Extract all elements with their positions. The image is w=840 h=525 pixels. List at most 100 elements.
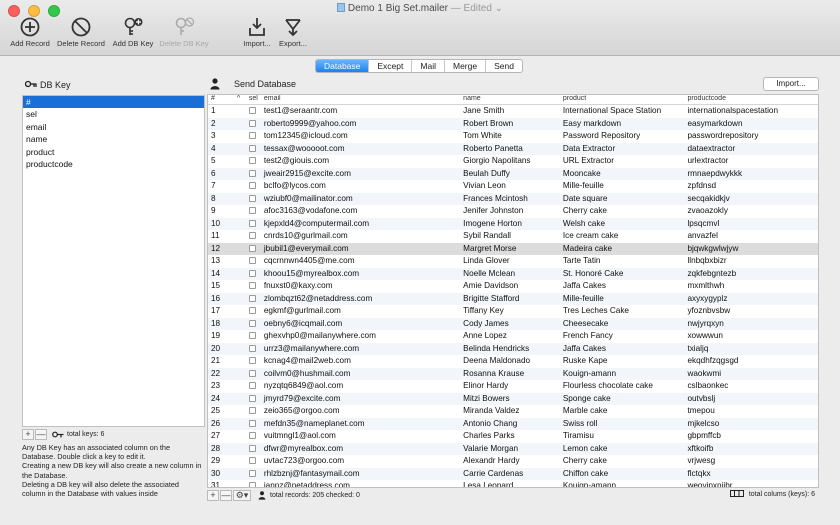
column-header-productcode[interactable]: productcode [684, 95, 818, 104]
add-record-button[interactable]: Add Record [9, 17, 51, 48]
table-row[interactable]: 19 ghexvhp0@mailanywhere.com Anne Lopez Fre… [208, 330, 818, 343]
table-row[interactable]: 13 cqcrnnwn4405@me.com Linda Glover Tarte T… [208, 255, 818, 268]
row-checkbox[interactable] [248, 119, 256, 127]
row-checkbox[interactable] [248, 157, 256, 164]
tab-database[interactable]: Database [316, 60, 370, 72]
row-checkbox[interactable] [248, 232, 256, 239]
table-row[interactable]: 30 rhlzbznj@fantasymail.com Carrie Cardena… [208, 467, 818, 480]
table-row[interactable]: 29 uvtac723@orgoo.com Alexandr Hardy Cherry… [208, 455, 818, 468]
records-table[interactable]: # ^ sel email name product productcode 1… [207, 94, 819, 488]
gear-menu-button[interactable]: ⚙▾ [233, 489, 251, 501]
table-row[interactable]: 21 kcnag4@mail2web.com Deena Maldonado Rusk… [208, 355, 818, 368]
table-row[interactable]: 15 fnuxst0@kaxy.com Amie Davidson Jaffa Cak… [208, 280, 818, 293]
db-key-item[interactable]: email [23, 121, 204, 133]
table-row[interactable]: 20 urrz3@mailanywhere.com Belinda Hendrick… [208, 342, 818, 355]
table-row[interactable]: 25 zeio365@orgoo.com Miranda Valdez Marble … [208, 405, 818, 418]
remove-row-button[interactable]: — [220, 489, 232, 501]
table-row[interactable]: 16 zlombqzt62@netaddress.com Brigitte Staf… [208, 292, 818, 305]
row-checkbox[interactable] [248, 419, 256, 427]
row-checkbox[interactable] [248, 469, 256, 477]
row-checkbox[interactable] [248, 444, 256, 452]
row-checkbox[interactable] [248, 269, 256, 277]
row-checkbox[interactable] [248, 144, 256, 152]
row-checkbox[interactable] [248, 294, 256, 302]
row-checkbox[interactable] [248, 182, 256, 189]
column-header-number[interactable]: # [208, 95, 234, 104]
table-row[interactable]: 12 jbubil1@everymail.com Margret Morse Made… [208, 242, 818, 255]
row-checkbox[interactable] [248, 394, 256, 402]
column-header-sel[interactable]: sel [246, 95, 261, 104]
table-row[interactable]: 11 cnrds10@gurlmail.com Sybil Randall Ice c… [208, 230, 818, 243]
row-checkbox[interactable] [248, 482, 256, 487]
row-checkbox[interactable] [248, 132, 256, 139]
row-checkbox[interactable] [248, 357, 256, 364]
column-header-name[interactable]: name [460, 95, 560, 104]
table-row[interactable]: 14 khoou15@myrealbox.com Noelle Mclean St. … [208, 267, 818, 280]
table-row[interactable]: 7 bclfo@lycos.com Vivian Leon Mille-feuille… [208, 180, 818, 193]
row-checkbox[interactable] [248, 257, 256, 264]
row-checkbox[interactable] [248, 169, 256, 177]
add-row-button[interactable]: + [207, 489, 219, 501]
row-checkbox[interactable] [248, 369, 256, 377]
remove-key-footer-button[interactable]: — [35, 429, 47, 440]
table-row[interactable]: 8 wziubf0@mailinator.com Frances Mcintosh D… [208, 192, 818, 205]
import-toolbar-button[interactable]: Import... [240, 17, 274, 48]
table-row[interactable]: 24 jmyrd79@excite.com Mitzi Bowers Sponge c… [208, 392, 818, 405]
table-row[interactable]: 1 test1@seraantr.com Jane Smith Internation… [208, 105, 818, 118]
title-chevron-icon[interactable]: ⌄ [495, 3, 503, 14]
db-key-item[interactable]: product [23, 146, 204, 158]
productcode-cell: xftkoifb [687, 443, 714, 453]
table-row[interactable]: 3 tom12345@icloud.com Tom White Password Re… [208, 130, 818, 143]
db-key-item[interactable]: sel [23, 108, 204, 120]
table-row[interactable]: 18 oebny6@icqmail.com Cody James Cheesecake… [208, 317, 818, 330]
tab-merge[interactable]: Merge [445, 60, 487, 72]
sort-indicator-icon[interactable]: ^ [234, 95, 246, 104]
row-checkbox[interactable] [248, 407, 256, 414]
row-checkbox[interactable] [248, 432, 256, 439]
table-row[interactable]: 4 tessax@wooooot.com Roberto Panetta Data E… [208, 142, 818, 155]
row-checkbox[interactable] [248, 332, 256, 339]
table-row[interactable]: 27 vuitmngl1@aol.com Charles Parks Tiramisu… [208, 430, 818, 443]
table-row[interactable]: 23 nyzqtq6849@aol.com Elinor Hardy Flourles… [208, 380, 818, 393]
table-row[interactable]: 28 dfwr@myrealbox.com Valarie Morgan Lemon … [208, 442, 818, 456]
export-toolbar-button[interactable]: Export... [276, 17, 310, 48]
row-checkbox[interactable] [248, 194, 256, 202]
db-key-item[interactable]: productcode [23, 158, 204, 170]
add-key-footer-button[interactable]: + [22, 429, 34, 440]
edited-indicator[interactable]: — Edited [451, 3, 492, 14]
table-row[interactable]: 5 test2@giouis.com Giorgio Napolitans URL E… [208, 155, 818, 168]
table-row[interactable]: 10 kjepxld4@computermail.com Imogene Horto… [208, 217, 818, 230]
row-checkbox[interactable] [248, 319, 256, 327]
row-checkbox[interactable] [248, 107, 256, 114]
row-checkbox[interactable] [248, 282, 256, 289]
table-row[interactable]: 31 ianpz@netaddress.com Lesa Leonard Kouign… [208, 480, 818, 487]
delete-db-key-button[interactable]: Delete DB Key [158, 17, 210, 48]
table-row[interactable]: 22 coilvm0@hushmail.com Rosanna Krause Koui… [208, 367, 818, 380]
table-body: 1 test1@seraantr.com Jane Smith Internation… [208, 105, 818, 487]
db-key-item[interactable]: # [23, 96, 204, 109]
column-header-email[interactable]: email [261, 95, 460, 104]
table-row[interactable]: 17 egkmf@gurlmail.com Tiffany Key Tres Lech… [208, 305, 818, 318]
row-checkbox[interactable] [248, 219, 256, 227]
row-checkbox[interactable] [248, 344, 256, 352]
product-cell: Kouign-amann [562, 368, 617, 378]
row-checkbox[interactable] [248, 382, 256, 389]
table-row[interactable]: 2 roberto9999@yahoo.com Robert Brown Easy m… [208, 117, 818, 130]
db-key-item[interactable]: name [23, 133, 204, 145]
column-header-product[interactable]: product [560, 95, 685, 104]
add-db-key-button[interactable]: Add DB Key [111, 17, 155, 48]
row-spacer-cell [234, 443, 246, 456]
tab-mail[interactable]: Mail [412, 60, 445, 72]
table-row[interactable]: 6 jweair2915@excite.com Beulah Duffy Moonca… [208, 167, 818, 180]
db-key-list[interactable]: # sel email name product productcode [22, 95, 205, 427]
delete-record-button[interactable]: Delete Record [55, 17, 107, 48]
tab-send[interactable]: Send [486, 60, 522, 72]
table-row[interactable]: 26 mefdn35@nameplanet.com Antonio Chang Swi… [208, 417, 818, 430]
row-checkbox[interactable] [248, 207, 256, 214]
row-checkbox[interactable] [248, 244, 256, 252]
import-button[interactable]: Import... [763, 77, 819, 91]
row-checkbox[interactable] [248, 457, 256, 464]
tab-except[interactable]: Except [369, 60, 413, 72]
table-row[interactable]: 9 afoc3163@vodafone.com Jenifer Johnston Ch… [208, 205, 818, 218]
row-checkbox[interactable] [248, 307, 256, 314]
